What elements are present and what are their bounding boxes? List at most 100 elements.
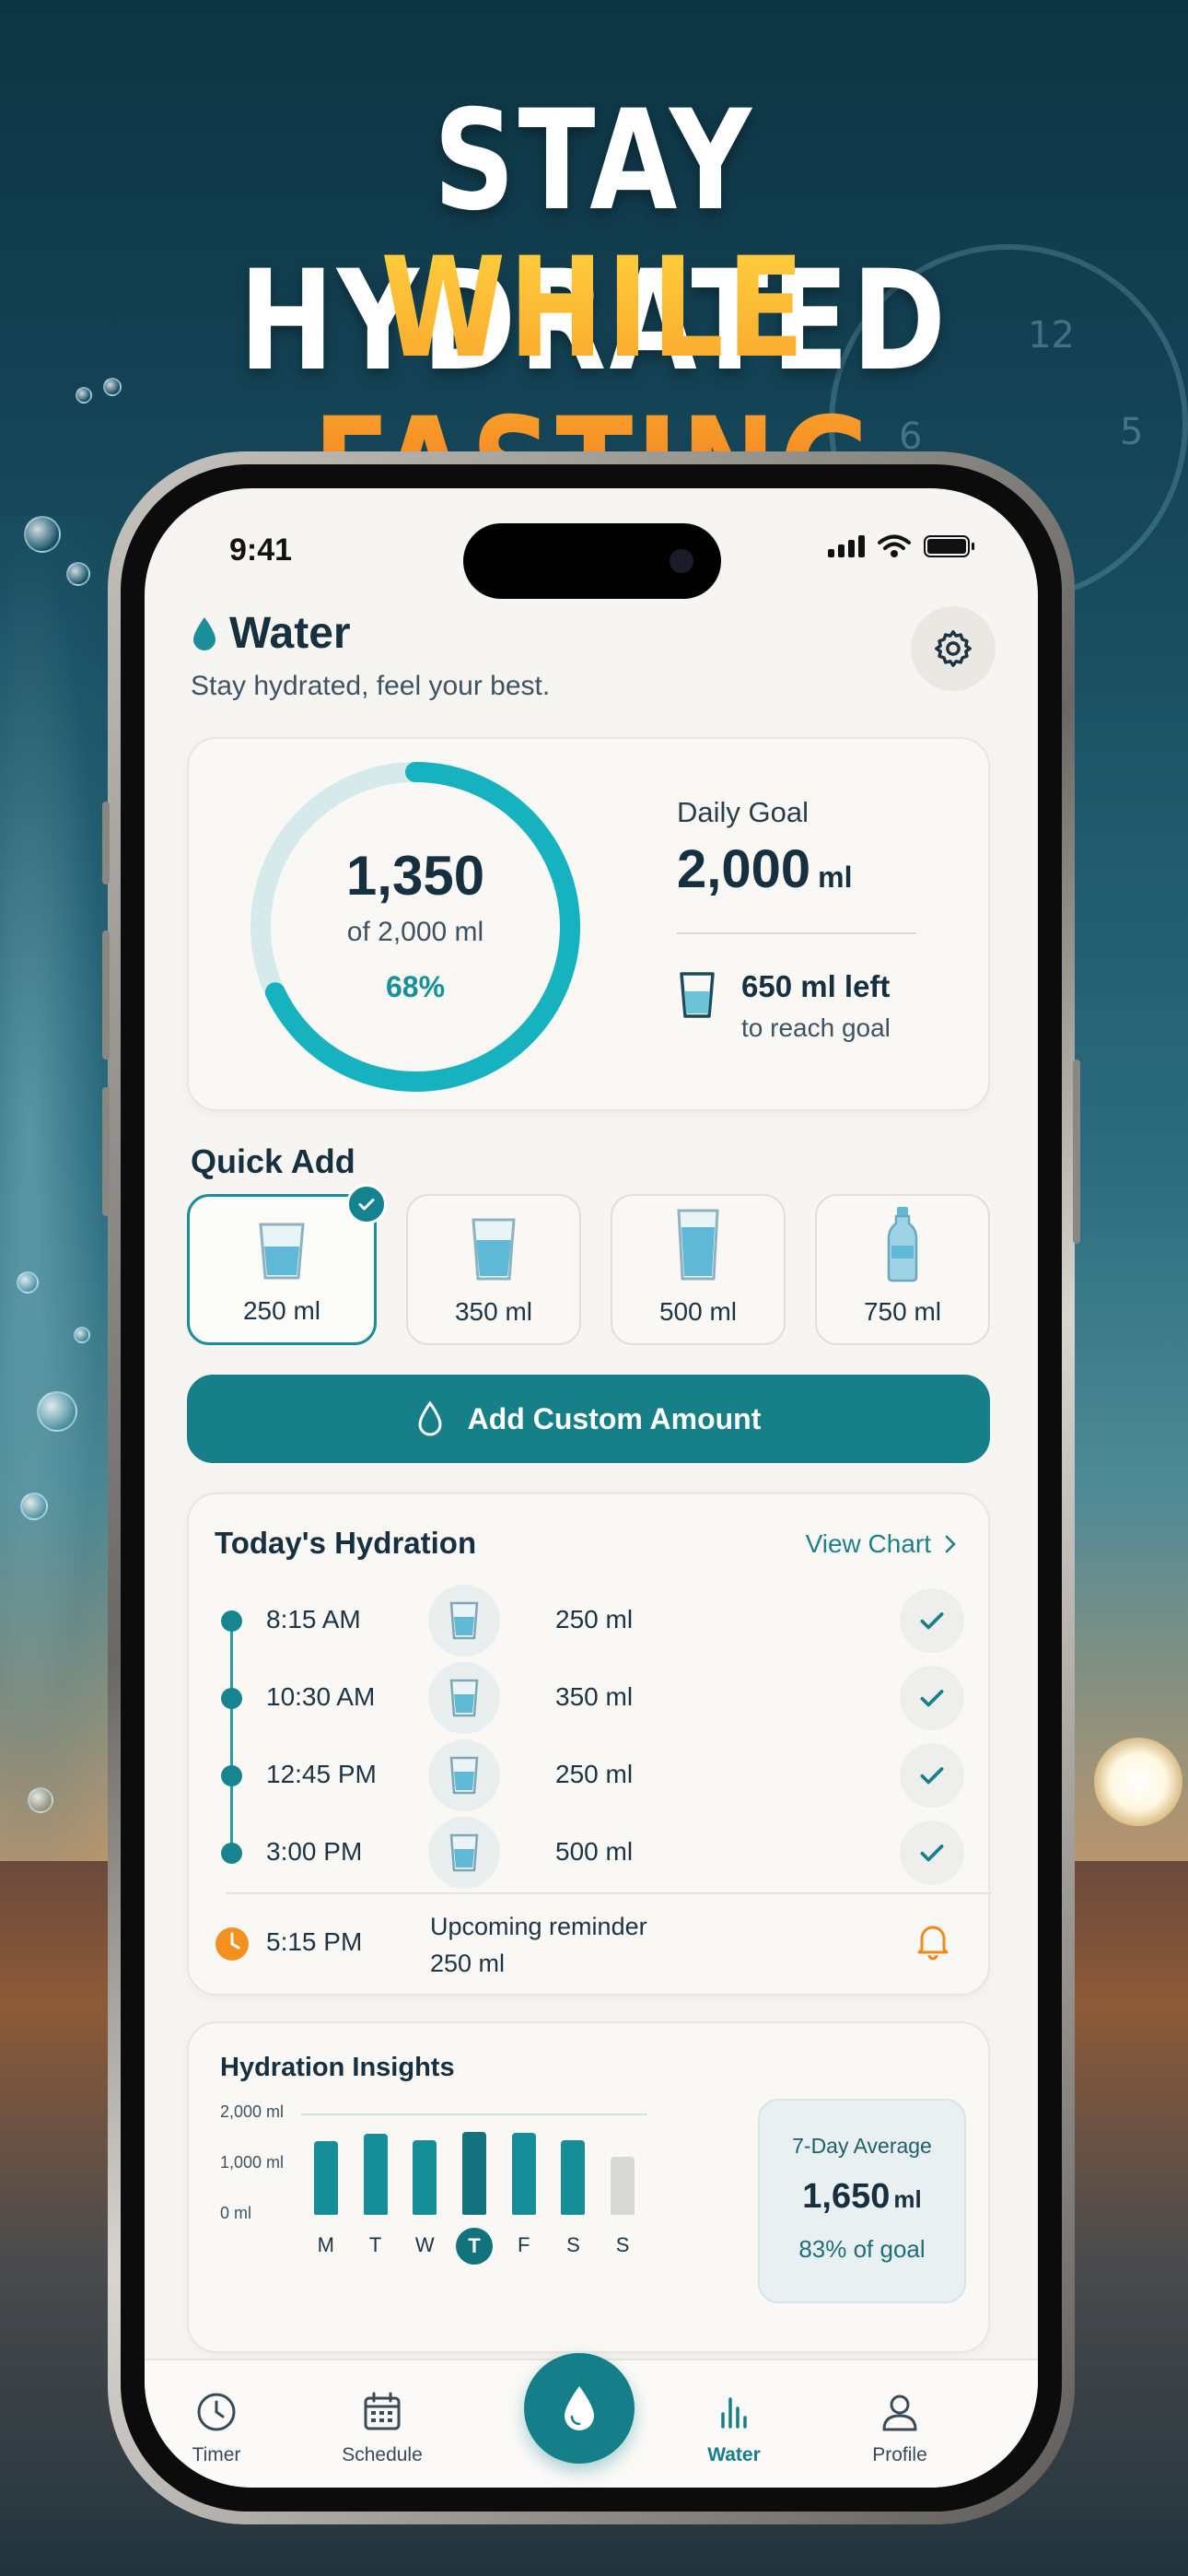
tab-label: Profile — [872, 2444, 927, 2465]
add-water-button[interactable] — [524, 2353, 635, 2464]
bar — [363, 2134, 388, 2215]
timeline-dot — [221, 1688, 242, 1709]
todays-hydration-title: Today's Hydration — [215, 1526, 477, 1560]
timeline-dot — [221, 1765, 242, 1786]
hydration-entry: 3:00 PM 500 ml — [189, 1817, 992, 1891]
tab-profile[interactable]: Profile — [835, 2390, 964, 2466]
check-icon — [900, 1666, 964, 1730]
average-unit: ml — [893, 2185, 922, 2213]
calendar-icon — [364, 2392, 401, 2430]
quick-add-options: 250 ml 350 ml 500 ml 750 ml — [187, 1184, 990, 1345]
view-chart-link[interactable]: View Chart — [806, 1529, 957, 1559]
reminder-time: 5:15 PM — [266, 1927, 363, 1956]
app-screen: 9:41 Water Stay hydrated, feel your best… — [145, 488, 1038, 2488]
check-icon — [900, 1821, 964, 1885]
quick-add-500[interactable]: 500 ml — [611, 1194, 786, 1345]
bubble — [28, 1787, 53, 1813]
bar — [611, 2156, 635, 2215]
daily-goal-label: Daily Goal — [677, 796, 809, 828]
timer-icon — [197, 2393, 236, 2431]
glass-icon — [472, 1218, 516, 1281]
add-custom-amount-label: Add Custom Amount — [467, 1401, 762, 1435]
average-percent: 83% of goal — [798, 2235, 926, 2263]
glass-icon — [428, 1662, 500, 1734]
gear-icon — [935, 630, 972, 667]
side-button — [102, 802, 110, 884]
seven-day-average-box: 7-Day Average 1,650 ml 83% of goal — [758, 2099, 966, 2303]
water-drop-icon — [565, 2386, 594, 2430]
bar — [462, 2131, 486, 2215]
quick-add-350[interactable]: 350 ml — [406, 1194, 581, 1345]
water-drop-icon — [418, 1400, 442, 1436]
tab-label: Water — [707, 2444, 761, 2465]
todays-hydration-card: Today's Hydration View Chart 8:15 AM 250… — [187, 1493, 992, 1996]
glass-icon — [428, 1817, 500, 1889]
x-tick-label: F — [517, 2233, 530, 2256]
hydration-entry: 8:15 AM 250 ml — [189, 1585, 992, 1658]
volume-down-button — [102, 1087, 110, 1216]
tall-glass-icon — [677, 1209, 719, 1281]
bar — [561, 2140, 586, 2215]
entry-amount: 250 ml — [555, 1760, 634, 1788]
goal-unit: ml — [818, 861, 853, 894]
bubble — [20, 1493, 48, 1520]
bubble — [76, 387, 92, 404]
add-custom-amount-button[interactable]: Add Custom Amount — [187, 1375, 990, 1463]
quick-add-250[interactable]: 250 ml — [187, 1184, 387, 1345]
check-icon — [900, 1588, 964, 1653]
daily-goal-value: 2,000 ml — [677, 838, 853, 900]
check-icon — [900, 1743, 964, 1808]
quick-add-label: 250 ml — [242, 1296, 321, 1325]
quick-add-750[interactable]: 750 ml — [815, 1194, 990, 1345]
wifi-icon — [878, 534, 911, 557]
bar — [511, 2132, 536, 2215]
consumed-of-goal: of 2,000 ml — [346, 917, 484, 947]
progress-ring-text: 1,350 of 2,000 ml 68% — [244, 755, 587, 1098]
divider — [677, 932, 916, 934]
entry-amount: 500 ml — [555, 1837, 634, 1866]
sun — [1094, 1738, 1182, 1826]
quick-add-title: Quick Add — [191, 1142, 355, 1180]
bell-icon[interactable] — [914, 1920, 951, 1961]
bubble — [74, 1327, 90, 1343]
tab-timer[interactable]: Timer — [152, 2390, 281, 2466]
chevron-right-icon — [945, 1535, 956, 1553]
camera — [670, 549, 693, 573]
status-time: 9:41 — [229, 533, 293, 568]
bar — [313, 2141, 338, 2215]
x-tick-label: S — [566, 2233, 580, 2256]
glass-icon — [680, 972, 715, 1018]
alarm-clock-icon — [215, 1927, 249, 1961]
hydration-insights-card: Hydration Insights 2,000 ml 1,000 ml 0 ml M… — [187, 2021, 990, 2353]
average-value: 1,650 ml — [760, 2177, 964, 2217]
quick-add-label: 350 ml — [454, 1297, 533, 1326]
battery-icon — [924, 535, 974, 557]
progress-percent: 68% — [385, 970, 446, 1003]
tab-label: Schedule — [342, 2444, 423, 2465]
quick-add-label: 750 ml — [863, 1297, 942, 1326]
x-tick-label: W — [414, 2233, 435, 2256]
bubble — [17, 1271, 39, 1294]
small-glass-icon — [259, 1223, 305, 1280]
entry-time: 12:45 PM — [266, 1760, 377, 1788]
daily-progress-card: 1,350 of 2,000 ml 68% Daily Goal 2,000 ml… — [187, 737, 990, 1111]
reminder-amount: 250 ml — [430, 1950, 506, 1977]
bubble — [37, 1391, 77, 1432]
x-tick-label: S — [615, 2233, 630, 2256]
settings-button[interactable] — [911, 606, 996, 691]
timeline-dot — [221, 1610, 242, 1632]
glass-icon — [428, 1739, 500, 1811]
tab-schedule[interactable]: Schedule — [318, 2390, 447, 2466]
user-icon — [882, 2395, 917, 2431]
bubble — [24, 516, 61, 553]
y-tick-label: 2,000 ml — [220, 2102, 285, 2121]
remaining-value: 650 ml left — [741, 969, 891, 1003]
timeline-dot — [221, 1843, 242, 1864]
hydration-entry: 10:30 AM 350 ml — [189, 1662, 992, 1736]
y-tick-label: 0 ml — [220, 2204, 252, 2222]
status-icons — [828, 534, 974, 558]
entry-time: 8:15 AM — [266, 1605, 361, 1633]
phone-frame: 9:41 Water Stay hydrated, feel your best… — [102, 451, 1080, 2524]
x-tick-label: T — [368, 2233, 382, 2256]
tab-water[interactable]: Water — [670, 2390, 798, 2466]
